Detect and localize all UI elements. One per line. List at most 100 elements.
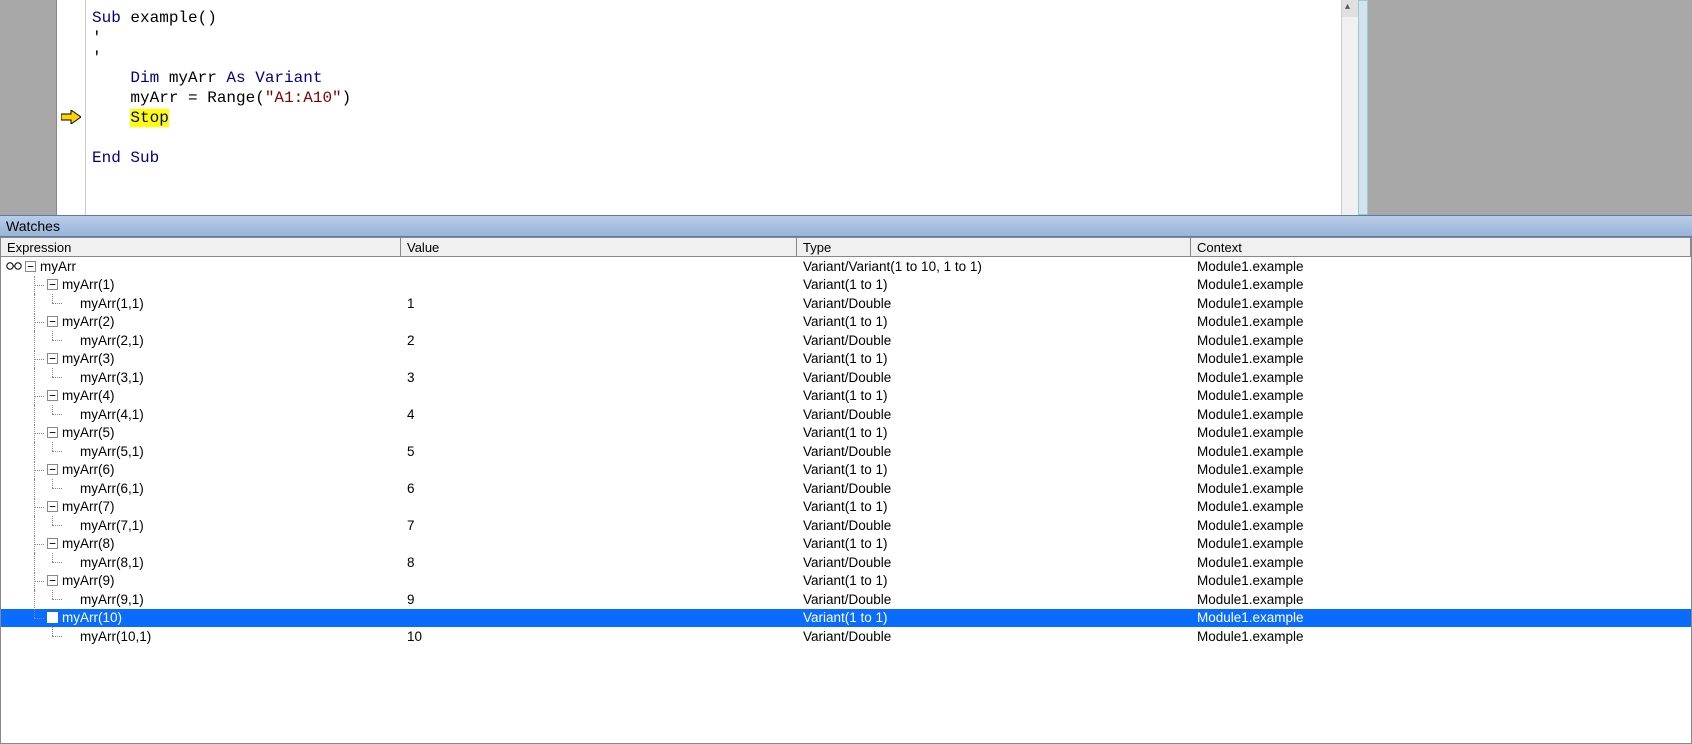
tree-context-label: Module1.example: [1197, 259, 1304, 274]
tree-expr-label: myArr(7,1): [80, 518, 144, 533]
tree-expr-label: myArr(10,1): [80, 629, 151, 644]
tree-type-label: Variant/Double: [803, 370, 891, 385]
tree-value-label: 2: [407, 333, 415, 348]
tree-context-label: Module1.example: [1197, 499, 1304, 514]
tree-context-label: Module1.example: [1197, 296, 1304, 311]
table-row[interactable]: myArr(10,1) 10 Variant/Double Module1.ex…: [1, 627, 1691, 646]
right-gray-margin: [1368, 0, 1692, 215]
tree-type-label: Variant(1 to 1): [803, 499, 888, 514]
tree-context-label: Module1.example: [1197, 370, 1304, 385]
header-context[interactable]: Context: [1191, 238, 1691, 256]
tree-value-label: 10: [407, 629, 422, 644]
tree-value-label: 1: [407, 296, 415, 311]
tree-context-label: Module1.example: [1197, 555, 1304, 570]
table-row[interactable]: myArr(5,1) 5 Variant/Double Module1.exam…: [1, 442, 1691, 461]
tree-type-label: Variant/Double: [803, 518, 891, 533]
code-vscrollbar[interactable]: ▴: [1341, 0, 1358, 215]
tree-expr-label: myArr(6): [62, 462, 115, 477]
tree-type-label: Variant/Double: [803, 296, 891, 311]
tree-expander-icon[interactable]: −: [47, 464, 58, 475]
watches-title-label: Watches: [6, 218, 60, 234]
watches-headers: Expression Value Type Context: [0, 237, 1692, 257]
table-row[interactable]: myArr(8,1) 8 Variant/Double Module1.exam…: [1, 553, 1691, 572]
tree-expr-label: myArr(8,1): [80, 555, 144, 570]
table-row[interactable]: −myArr(8) Variant(1 to 1) Module1.exampl…: [1, 535, 1691, 554]
tree-context-label: Module1.example: [1197, 536, 1304, 551]
table-row[interactable]: myArr(9,1) 9 Variant/Double Module1.exam…: [1, 590, 1691, 609]
tree-expr-label: myArr(2,1): [80, 333, 144, 348]
tree-expander-icon[interactable]: −: [47, 316, 58, 327]
code-editor-region: Sub example() ' ' Dim myArr As Variant m…: [0, 0, 1692, 215]
tree-value-label: 3: [407, 370, 415, 385]
header-value[interactable]: Value: [401, 238, 797, 256]
tree-value-label: 9: [407, 592, 415, 607]
table-row[interactable]: −myArr(3) Variant(1 to 1) Module1.exampl…: [1, 350, 1691, 369]
tree-type-label: Variant(1 to 1): [803, 573, 888, 588]
table-row[interactable]: myArr(3,1) 3 Variant/Double Module1.exam…: [1, 368, 1691, 387]
tree-expr-label: myArr(10): [62, 610, 122, 625]
tree-expander-icon[interactable]: −: [47, 612, 58, 623]
table-row[interactable]: −myArr(5) Variant(1 to 1) Module1.exampl…: [1, 424, 1691, 443]
left-gray-margin: [0, 0, 56, 215]
tree-context-label: Module1.example: [1197, 314, 1304, 329]
tree-expr-label: myArr(4,1): [80, 407, 144, 422]
code-gutter[interactable]: [56, 0, 86, 215]
table-row[interactable]: −myArr Variant/Variant(1 to 10, 1 to 1) …: [1, 257, 1691, 276]
tree-expr-label: myArr(2): [62, 314, 115, 329]
tree-type-label: Variant(1 to 1): [803, 277, 888, 292]
table-row[interactable]: −myArr(6) Variant(1 to 1) Module1.exampl…: [1, 461, 1691, 480]
header-type[interactable]: Type: [797, 238, 1191, 256]
tree-expander-icon[interactable]: −: [47, 279, 58, 290]
tree-value-label: 7: [407, 518, 415, 533]
table-row[interactable]: myArr(2,1) 2 Variant/Double Module1.exam…: [1, 331, 1691, 350]
table-row[interactable]: −myArr(1) Variant(1 to 1) Module1.exampl…: [1, 276, 1691, 295]
tree-type-label: Variant(1 to 1): [803, 425, 888, 440]
tree-type-label: Variant/Double: [803, 481, 891, 496]
tree-expr-label: myArr(3): [62, 351, 115, 366]
tree-expander-icon[interactable]: −: [47, 501, 58, 512]
tree-context-label: Module1.example: [1197, 610, 1304, 625]
watches-titlebar[interactable]: Watches: [0, 215, 1692, 237]
splitter[interactable]: [1358, 0, 1368, 215]
tree-expander-icon[interactable]: −: [47, 575, 58, 586]
tree-expander-icon[interactable]: −: [47, 538, 58, 549]
tree-context-label: Module1.example: [1197, 388, 1304, 403]
tree-value-label: 4: [407, 407, 415, 422]
tree-expr-label: myArr(5): [62, 425, 115, 440]
tree-context-label: Module1.example: [1197, 481, 1304, 496]
tree-expr-label: myArr(6,1): [80, 481, 144, 496]
tree-type-label: Variant/Variant(1 to 10, 1 to 1): [803, 259, 982, 274]
tree-type-label: Variant/Double: [803, 592, 891, 607]
tree-expander-icon[interactable]: −: [47, 427, 58, 438]
tree-context-label: Module1.example: [1197, 333, 1304, 348]
header-expression[interactable]: Expression: [1, 238, 401, 256]
table-row[interactable]: myArr(1,1) 1 Variant/Double Module1.exam…: [1, 294, 1691, 313]
scroll-up-icon[interactable]: ▴: [1345, 1, 1350, 12]
tree-context-label: Module1.example: [1197, 592, 1304, 607]
tree-expr-label: myArr(9): [62, 573, 115, 588]
tree-context-label: Module1.example: [1197, 629, 1304, 644]
table-row[interactable]: −myArr(4) Variant(1 to 1) Module1.exampl…: [1, 387, 1691, 406]
watches-panel: Expression Value Type Context −myArr Var…: [0, 237, 1692, 744]
tree-expander-icon[interactable]: −: [47, 353, 58, 364]
tree-type-label: Variant(1 to 1): [803, 388, 888, 403]
table-row[interactable]: myArr(4,1) 4 Variant/Double Module1.exam…: [1, 405, 1691, 424]
tree-type-label: Variant(1 to 1): [803, 351, 888, 366]
tree-type-label: Variant/Double: [803, 555, 891, 570]
tree-expander-icon[interactable]: −: [25, 261, 36, 272]
table-row[interactable]: myArr(6,1) 6 Variant/Double Module1.exam…: [1, 479, 1691, 498]
tree-expr-label: myArr(1): [62, 277, 115, 292]
watches-tree[interactable]: −myArr Variant/Variant(1 to 10, 1 to 1) …: [0, 257, 1692, 744]
tree-expander-icon[interactable]: −: [47, 390, 58, 401]
table-row[interactable]: −myArr(2) Variant(1 to 1) Module1.exampl…: [1, 313, 1691, 332]
tree-expr-label: myArr(5,1): [80, 444, 144, 459]
tree-context-label: Module1.example: [1197, 518, 1304, 533]
table-row[interactable]: −myArr(10) Variant(1 to 1) Module1.examp…: [1, 609, 1691, 628]
table-row[interactable]: myArr(7,1) 7 Variant/Double Module1.exam…: [1, 516, 1691, 535]
tree-type-label: Variant/Double: [803, 407, 891, 422]
tree-value-label: 8: [407, 555, 415, 570]
table-row[interactable]: −myArr(7) Variant(1 to 1) Module1.exampl…: [1, 498, 1691, 517]
tree-expr-label: myArr(8): [62, 536, 115, 551]
code-text-area[interactable]: Sub example() ' ' Dim myArr As Variant m…: [86, 0, 1341, 215]
table-row[interactable]: −myArr(9) Variant(1 to 1) Module1.exampl…: [1, 572, 1691, 591]
